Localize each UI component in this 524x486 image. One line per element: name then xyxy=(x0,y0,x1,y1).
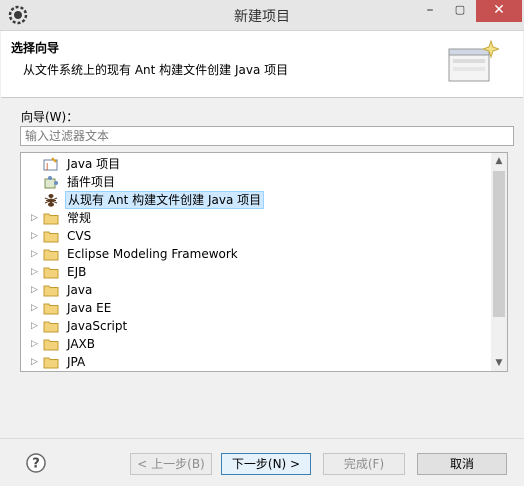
scroll-down-icon[interactable]: ▼ xyxy=(491,355,507,371)
wizard-header: 选择向导 从文件系统上的现有 Ant 构建文件创建 Java 项目 xyxy=(1,31,523,98)
filter-input[interactable] xyxy=(20,126,514,146)
folder-icon xyxy=(43,321,59,333)
tree-item-label: EJB xyxy=(67,265,87,279)
folder-icon xyxy=(43,249,59,261)
tree-item-label: Java 项目 xyxy=(67,157,121,171)
tree-item-plugin-project[interactable]: 插件项目 xyxy=(21,173,491,191)
header-description: 从文件系统上的现有 Ant 构建文件创建 Java 项目 xyxy=(23,63,289,77)
minimize-button[interactable]: – xyxy=(415,0,445,22)
expand-arrow-icon[interactable]: ▷ xyxy=(31,299,41,317)
footer-separator xyxy=(0,438,524,439)
tree-item-label: 从现有 Ant 构建文件创建 Java 项目 xyxy=(65,191,265,209)
tree-item-label: Java xyxy=(67,283,93,297)
tree-item-label: 常规 xyxy=(67,211,92,225)
tree-item-cvs[interactable]: ▷ CVS xyxy=(21,227,491,245)
header-title: 选择向导 xyxy=(11,41,60,55)
tree-item-label: Java EE xyxy=(67,301,112,315)
java-project-icon: J xyxy=(43,157,58,171)
finish-button[interactable]: 完成(F) xyxy=(323,453,405,475)
expand-arrow-icon[interactable]: ▷ xyxy=(31,209,41,227)
title-bar: 新建项目 – ▢ ✕ xyxy=(0,0,524,31)
help-icon[interactable]: ? xyxy=(26,453,46,473)
tree-item-label: JPA xyxy=(67,355,86,369)
tree-item-ejb[interactable]: ▷ EJB xyxy=(21,263,491,281)
folder-icon xyxy=(43,303,59,315)
expand-arrow-icon[interactable]: ▷ xyxy=(31,281,41,299)
tree-item-label: JavaScript xyxy=(67,319,128,333)
tree-item-ant-project[interactable]: 从现有 Ant 构建文件创建 Java 项目 xyxy=(21,191,491,209)
cancel-button[interactable]: 取消 xyxy=(417,453,507,475)
new-wizard-banner-icon xyxy=(448,39,499,82)
tree-item-javascript[interactable]: ▷ JavaScript xyxy=(21,317,491,335)
next-button[interactable]: 下一步(N) > xyxy=(221,453,311,475)
tree-item-java-ee[interactable]: ▷ Java EE xyxy=(21,299,491,317)
tree-item-jpa[interactable]: ▷ JPA xyxy=(21,353,491,371)
expand-arrow-icon[interactable]: ▷ xyxy=(31,335,41,353)
maximize-button[interactable]: ▢ xyxy=(445,0,475,22)
back-button[interactable]: < 上一步(B) xyxy=(130,453,212,475)
svg-text:J: J xyxy=(45,162,48,171)
wizard-tree[interactable]: J Java 项目 插件项目 从现有 Ant 构建文件创建 Java 项目 ▷ … xyxy=(20,152,508,372)
scroll-up-icon[interactable]: ▲ xyxy=(491,153,507,169)
wizards-label: 向导(W)： xyxy=(21,110,79,124)
plugin-project-icon xyxy=(44,176,58,189)
tree-item-label: JAXB xyxy=(67,337,95,351)
tree-item-label: Eclipse Modeling Framework xyxy=(67,247,238,261)
folder-icon xyxy=(43,213,59,225)
tree-item-java-project[interactable]: J Java 项目 xyxy=(21,155,491,173)
tree-scrollbar[interactable]: ▲ ▼ xyxy=(491,153,507,371)
scroll-thumb[interactable] xyxy=(493,171,505,317)
tree-item-label: 插件项目 xyxy=(67,175,116,189)
tree-item-jaxb[interactable]: ▷ JAXB xyxy=(21,335,491,353)
folder-icon xyxy=(43,231,59,243)
tree-item-label: CVS xyxy=(67,229,92,243)
expand-arrow-icon[interactable]: ▷ xyxy=(31,245,41,263)
close-button[interactable]: ✕ xyxy=(476,0,522,22)
folder-icon xyxy=(43,285,59,297)
expand-arrow-icon[interactable]: ▷ xyxy=(31,317,41,335)
folder-icon xyxy=(43,357,59,369)
tree-item-java[interactable]: ▷ Java xyxy=(21,281,491,299)
ant-icon xyxy=(44,194,58,207)
expand-arrow-icon[interactable]: ▷ xyxy=(31,263,41,281)
svg-text:?: ? xyxy=(32,457,40,472)
tree-item-emf[interactable]: ▷ Eclipse Modeling Framework xyxy=(21,245,491,263)
folder-icon xyxy=(43,267,59,279)
folder-icon xyxy=(43,339,59,351)
expand-arrow-icon[interactable]: ▷ xyxy=(31,353,41,371)
tree-item-general[interactable]: ▷ 常规 xyxy=(21,209,491,227)
expand-arrow-icon[interactable]: ▷ xyxy=(31,227,41,245)
